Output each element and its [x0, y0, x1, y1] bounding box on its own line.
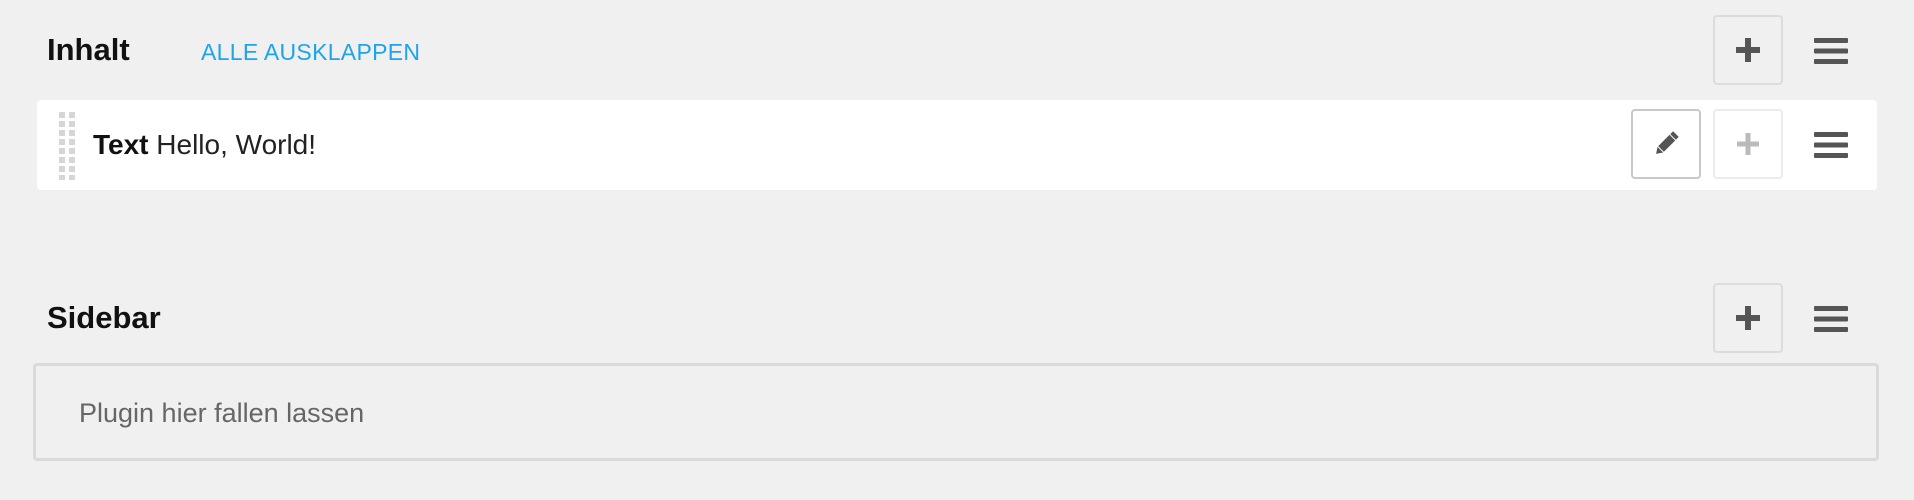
hamburger-icon [1814, 132, 1848, 158]
pencil-icon [1656, 131, 1679, 154]
expand-all-link[interactable]: ALLE AUSKLAPPEN [201, 38, 420, 66]
plugin-content: Hello, World! [156, 129, 317, 160]
drag-handle-icon[interactable] [57, 112, 77, 180]
add-child-plugin-button[interactable] [1713, 109, 1783, 179]
section-menu-button[interactable] [1806, 294, 1856, 344]
plugin-type: Text [93, 129, 149, 160]
add-plugin-button[interactable] [1713, 15, 1783, 85]
plugin-row[interactable]: Text Hello, World! [37, 100, 1877, 190]
plugin-dropzone[interactable]: Plugin hier fallen lassen [33, 363, 1879, 461]
section-title: Sidebar [47, 300, 161, 335]
edit-plugin-button[interactable] [1631, 109, 1701, 179]
plus-icon [1737, 133, 1759, 155]
section-title: Inhalt [47, 32, 130, 67]
plus-icon [1736, 306, 1760, 330]
plugin-label: Text Hello, World! [93, 128, 316, 162]
add-plugin-button[interactable] [1713, 283, 1783, 353]
plus-icon [1736, 38, 1760, 62]
section-menu-button[interactable] [1806, 26, 1856, 76]
plugin-menu-button[interactable] [1806, 120, 1856, 170]
section-header-sidebar: Sidebar [0, 268, 1914, 353]
dropzone-text: Plugin hier fallen lassen [79, 398, 365, 428]
hamburger-icon [1814, 38, 1848, 64]
hamburger-icon [1814, 306, 1848, 332]
section-header-inhalt: Inhalt ALLE AUSKLAPPEN [0, 0, 1914, 85]
